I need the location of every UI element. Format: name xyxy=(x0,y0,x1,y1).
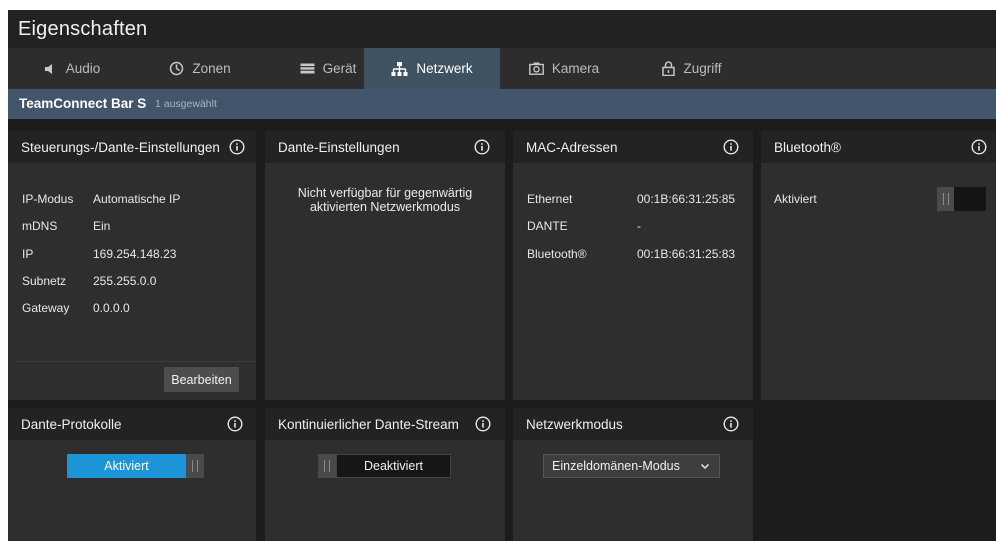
info-icon[interactable] xyxy=(971,139,987,155)
camera-icon xyxy=(528,62,544,75)
tab-device-label: Gerät xyxy=(322,61,357,76)
not-available-line-1: Nicht verfügbar für gegenwärtig xyxy=(297,186,473,200)
mdns-label: mDNS xyxy=(22,219,58,233)
device-icon xyxy=(299,63,315,74)
panel-title: Dante-Protokolle xyxy=(21,417,122,432)
tab-network-label: Netzwerk xyxy=(416,61,473,76)
subnet-label: Subnetz xyxy=(22,274,67,288)
title-bar: Eigenschaften xyxy=(8,10,996,48)
toggle-off-label: Deaktiviert xyxy=(336,454,451,478)
toggle-knob xyxy=(318,454,336,478)
chevron-down-icon xyxy=(700,463,710,470)
device-name: TeamConnect Bar S xyxy=(19,96,147,111)
gateway-value: 0.0.0.0 xyxy=(93,301,130,315)
device-bar: TeamConnect Bar S 1 ausgewählt xyxy=(8,89,996,119)
network-mode-select[interactable]: Einzeldomänen-Modus xyxy=(543,454,720,478)
dante-label: DANTE xyxy=(527,219,568,233)
info-icon[interactable] xyxy=(227,416,243,432)
subnet-value: 255.255.0.0 xyxy=(93,274,157,288)
tab-access[interactable]: Zugriff xyxy=(628,48,756,89)
tab-camera-label: Kamera xyxy=(551,61,600,76)
ethernet-value: 00:1B:66:31:25:85 xyxy=(637,192,736,206)
tab-audio-label: Audio xyxy=(65,61,101,76)
dante-settings-panel: Dante-Einstellungen Nicht verfügbar für … xyxy=(265,131,505,400)
properties-window: Eigenschaften Audio Zonen Gerät Netzwerk xyxy=(8,10,996,541)
ip-mode-label: IP-Modus xyxy=(22,192,74,206)
lock-icon xyxy=(662,61,676,76)
tab-bar: Audio Zonen Gerät Netzwerk Kamera Zugrif… xyxy=(8,48,996,89)
bluetooth-enabled-label: Aktiviert xyxy=(774,192,817,206)
ip-value: 169.254.148.23 xyxy=(93,247,177,261)
toggle-knob xyxy=(186,454,204,478)
dante-value: - xyxy=(637,219,641,233)
network-mode-value: Einzeldomänen-Modus xyxy=(552,459,680,473)
bluetooth-toggle[interactable] xyxy=(937,187,986,211)
panel-title: Kontinuierlicher Dante-Stream xyxy=(278,417,459,432)
bluetooth-value: 00:1B:66:31:25:83 xyxy=(637,247,736,261)
dante-protocols-toggle[interactable]: Aktiviert xyxy=(67,454,204,478)
toggle-track xyxy=(954,187,986,211)
panel-header: Dante-Protokolle xyxy=(8,408,256,440)
info-icon[interactable] xyxy=(475,416,491,432)
ip-label: IP xyxy=(22,247,34,261)
mac-addresses-panel: MAC-Adressen Ethernet 00:1B:66:31:25:85 … xyxy=(513,131,753,400)
tab-zones-label: Zonen xyxy=(192,61,231,76)
tab-audio[interactable]: Audio xyxy=(8,48,136,89)
not-available-line-2: aktivierten Netzwerkmodus xyxy=(309,200,461,214)
panel-title: Bluetooth® xyxy=(774,140,841,155)
tab-network[interactable]: Netzwerk xyxy=(364,48,500,89)
control-settings-panel: Steuerungs-/Dante-Einstellungen IP-Modus… xyxy=(8,131,256,400)
panel-title: Netzwerkmodus xyxy=(526,417,623,432)
speaker-icon xyxy=(44,63,58,75)
not-available-message: Nicht verfügbar für gegenwärtig aktivier… xyxy=(265,186,505,214)
selection-count: 1 ausgewählt xyxy=(155,98,217,110)
panel-title: MAC-Adressen xyxy=(526,140,618,155)
continuous-stream-panel: Kontinuierlicher Dante-Stream Deaktivier… xyxy=(265,408,505,541)
tab-camera[interactable]: Kamera xyxy=(500,48,628,89)
info-icon[interactable] xyxy=(723,416,739,432)
info-icon[interactable] xyxy=(723,139,739,155)
window-title: Eigenschaften xyxy=(18,18,148,40)
panel-title: Dante-Einstellungen xyxy=(278,140,400,155)
panel-title: Steuerungs-/Dante-Einstellungen xyxy=(21,140,220,155)
panel-header: Steuerungs-/Dante-Einstellungen xyxy=(8,131,256,163)
gateway-label: Gateway xyxy=(22,301,70,315)
bluetooth-panel: Bluetooth® Aktiviert xyxy=(761,131,996,400)
network-mode-panel: Netzwerkmodus Einzeldomänen-Modus xyxy=(513,408,753,541)
tab-zones[interactable]: Zonen xyxy=(136,48,264,89)
zones-icon xyxy=(169,61,184,76)
toggle-on-label: Aktiviert xyxy=(67,454,186,478)
panel-header: Dante-Einstellungen xyxy=(265,131,505,163)
info-icon[interactable] xyxy=(474,139,490,155)
tab-access-label: Zugriff xyxy=(683,61,722,76)
panel-header: Kontinuierlicher Dante-Stream xyxy=(265,408,505,440)
bluetooth-label: Bluetooth® xyxy=(527,247,587,261)
toggle-knob xyxy=(937,187,954,211)
ethernet-label: Ethernet xyxy=(527,192,573,206)
ip-mode-value: Automatische IP xyxy=(93,192,181,206)
panel-header: Netzwerkmodus xyxy=(513,408,753,440)
continuous-stream-toggle[interactable]: Deaktiviert xyxy=(318,454,451,478)
mdns-value: Ein xyxy=(93,219,111,233)
edit-button[interactable]: Bearbeiten xyxy=(164,367,239,392)
network-icon xyxy=(391,61,408,76)
dante-protocols-panel: Dante-Protokolle Aktiviert xyxy=(8,408,256,541)
panel-divider xyxy=(16,361,256,362)
panel-header: Bluetooth® xyxy=(761,131,996,163)
panel-header: MAC-Adressen xyxy=(513,131,753,163)
info-icon[interactable] xyxy=(229,139,245,155)
